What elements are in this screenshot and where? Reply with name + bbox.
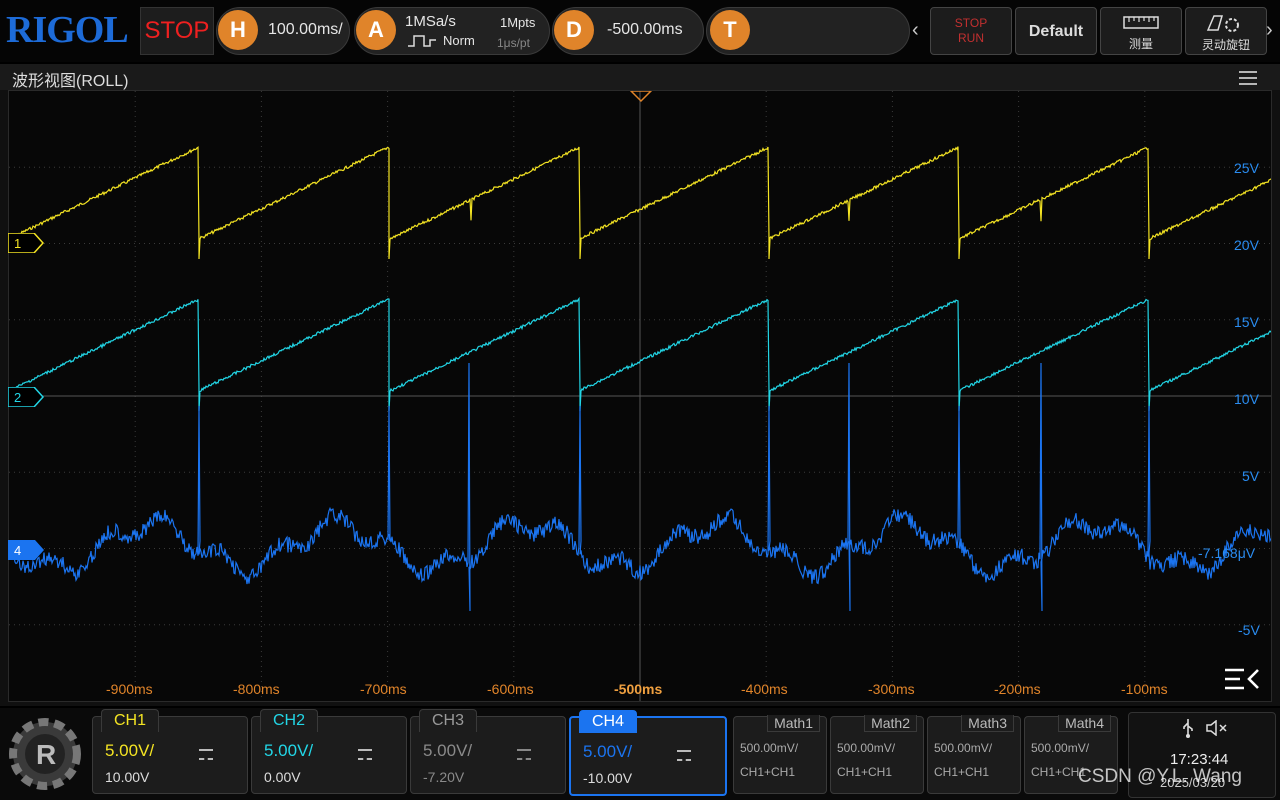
chevron-left-icon[interactable]: ‹ bbox=[912, 7, 926, 53]
waveform-grid[interactable] bbox=[8, 90, 1272, 702]
measure-button[interactable]: 测量 bbox=[1100, 7, 1182, 55]
dc-coupling-icon bbox=[358, 749, 372, 760]
scale-label: 15V bbox=[1234, 314, 1259, 330]
time-label: -600ms bbox=[487, 681, 534, 697]
knob-button[interactable]: 灵动旋钮 bbox=[1185, 7, 1267, 55]
usb-icon bbox=[1183, 719, 1193, 738]
chevron-right-icon[interactable]: › bbox=[1266, 7, 1280, 53]
math1-tab[interactable]: Math1 bbox=[767, 715, 820, 732]
trigger-position-icon bbox=[629, 91, 653, 103]
ch3-tab[interactable]: CH3 bbox=[419, 709, 478, 732]
ch2-marker-label: 2 bbox=[14, 390, 21, 405]
dc-coupling-icon bbox=[677, 750, 691, 761]
delay-value: -500.00ms bbox=[607, 21, 683, 38]
default-label: Default bbox=[1028, 23, 1084, 40]
rigol-logo: RIGOL bbox=[6, 9, 129, 51]
time-label: -100ms bbox=[1121, 681, 1168, 697]
acquire-mode: Norm bbox=[443, 33, 475, 48]
trigger-key[interactable]: T bbox=[710, 10, 750, 50]
sample-rate: 1MSa/s bbox=[405, 13, 456, 30]
math3-scale: 500.00mV/ bbox=[934, 741, 993, 755]
math2-panel[interactable]: Math2 500.00mV/ CH1+CH1 bbox=[830, 715, 924, 794]
time-label: -400ms bbox=[741, 681, 788, 697]
ch1-scale: 5.00V/ bbox=[105, 741, 155, 760]
run-label: RUN bbox=[958, 31, 984, 45]
timebase-value: 100.00ms/ bbox=[268, 21, 343, 38]
menu-icon[interactable] bbox=[1238, 70, 1258, 86]
math3-source: CH1+CH1 bbox=[934, 765, 990, 779]
scale-label: -7.168μV bbox=[1198, 545, 1256, 561]
ch2-panel[interactable]: CH2 5.00V/ 0.00V bbox=[251, 709, 407, 794]
ch4-tab[interactable]: CH4 bbox=[579, 710, 638, 733]
mute-icon[interactable] bbox=[1206, 720, 1228, 736]
collapse-menu-icon[interactable] bbox=[1222, 666, 1260, 692]
time-label: -700ms bbox=[360, 681, 407, 697]
math1-source: CH1+CH1 bbox=[740, 765, 796, 779]
run-stop-button[interactable]: STOP RUN bbox=[930, 7, 1012, 55]
ch1-marker[interactable]: 1 bbox=[8, 233, 44, 253]
math3-panel[interactable]: Math3 500.00mV/ CH1+CH1 bbox=[927, 715, 1021, 794]
scale-label: 5V bbox=[1242, 468, 1260, 484]
acquire-mode-icon bbox=[408, 35, 436, 47]
math1-scale: 500.00mV/ bbox=[740, 741, 799, 755]
ch3-scale: 5.00V/ bbox=[423, 741, 473, 760]
dc-coupling-icon bbox=[517, 749, 531, 760]
knob-icon bbox=[1206, 15, 1239, 32]
ch2-scale: 5.00V/ bbox=[264, 741, 314, 760]
ch1-marker-label: 1 bbox=[14, 236, 21, 251]
waveform-canvas bbox=[9, 91, 1271, 701]
stop-label: STOP bbox=[954, 16, 988, 30]
ruler-icon bbox=[1123, 16, 1159, 29]
ch4-scale: 5.00V/ bbox=[583, 742, 633, 761]
math2-source: CH1+CH1 bbox=[837, 765, 893, 779]
ch2-tab[interactable]: CH2 bbox=[260, 709, 319, 732]
waveform-titlebar bbox=[0, 64, 1280, 90]
svg-text:R: R bbox=[36, 739, 56, 770]
measure-label: 测量 bbox=[1128, 37, 1153, 51]
waveform-view-title: 波形视图(ROLL) bbox=[12, 73, 129, 90]
knob-label: 灵动旋钮 bbox=[1201, 38, 1250, 52]
time-label: -900ms bbox=[106, 681, 153, 697]
ch1-offset: 10.00V bbox=[105, 769, 150, 785]
ch3-offset: -7.20V bbox=[423, 769, 465, 785]
watermark: CSDN @Y.L. Wang bbox=[1078, 766, 1242, 787]
ch2-offset: 0.00V bbox=[264, 769, 301, 785]
delay-key[interactable]: D bbox=[554, 10, 594, 50]
ch1-panel[interactable]: CH1 5.00V/ 10.00V bbox=[92, 709, 248, 794]
time-label: -200ms bbox=[994, 681, 1041, 697]
scale-label: 10V bbox=[1234, 391, 1259, 407]
time-resolution: 1μs/pt bbox=[497, 36, 530, 50]
acquire-key[interactable]: A bbox=[356, 10, 396, 50]
ch2-marker[interactable]: 2 bbox=[8, 387, 44, 407]
math4-tab[interactable]: Math4 bbox=[1058, 715, 1111, 732]
rigol-home-icon[interactable]: R bbox=[6, 714, 84, 794]
scale-label: 20V bbox=[1234, 237, 1259, 253]
ch4-marker-label: 4 bbox=[14, 543, 21, 558]
default-button[interactable]: Default bbox=[1015, 7, 1097, 55]
math1-panel[interactable]: Math1 500.00mV/ CH1+CH1 bbox=[733, 715, 827, 794]
dc-coupling-icon bbox=[199, 749, 213, 760]
math4-scale: 500.00mV/ bbox=[1031, 741, 1090, 755]
math2-scale: 500.00mV/ bbox=[837, 741, 896, 755]
time-label-center: -500ms bbox=[614, 681, 663, 697]
time-label: -300ms bbox=[868, 681, 915, 697]
ch3-panel[interactable]: CH3 5.00V/ -7.20V bbox=[410, 709, 566, 794]
ch4-marker[interactable]: 4 bbox=[8, 540, 44, 560]
memory-depth: 1Mpts bbox=[500, 15, 536, 30]
math2-tab[interactable]: Math2 bbox=[864, 715, 917, 732]
ch4-panel[interactable]: CH4 5.00V/ -10.00V bbox=[569, 710, 727, 796]
scale-label: -5V bbox=[1238, 622, 1260, 638]
math3-tab[interactable]: Math3 bbox=[961, 715, 1014, 732]
run-stop-status[interactable]: STOP bbox=[140, 7, 214, 55]
horizontal-key[interactable]: H bbox=[218, 10, 258, 50]
scale-label: 25V bbox=[1234, 160, 1259, 176]
time-label: -800ms bbox=[233, 681, 280, 697]
ch1-tab[interactable]: CH1 bbox=[101, 709, 160, 732]
ch4-offset: -10.00V bbox=[583, 770, 633, 786]
